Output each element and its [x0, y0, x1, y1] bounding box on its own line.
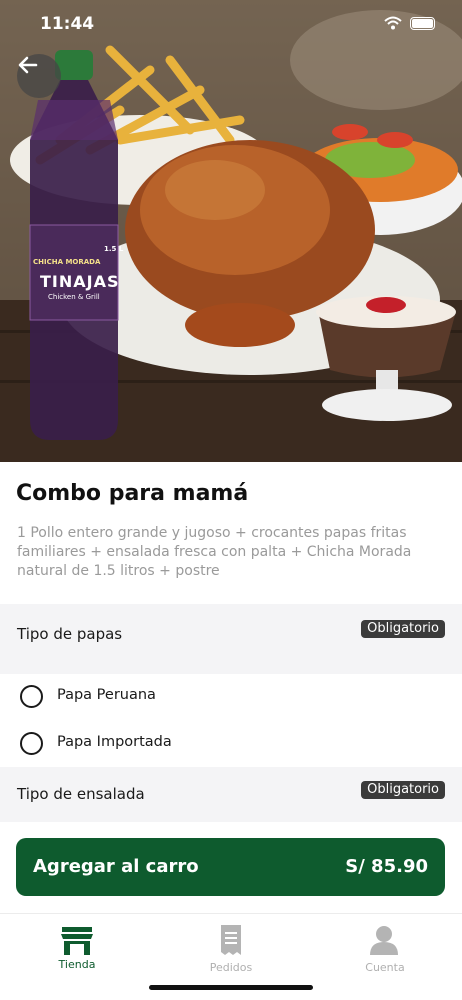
tab-label: Cuenta — [365, 961, 405, 974]
section-label: Tipo de ensalada — [17, 785, 145, 803]
section-label: Tipo de papas — [17, 625, 123, 643]
section-tipo-ensalada: Tipo de ensalada Obligatorio — [0, 767, 462, 822]
option-papa-importada[interactable]: Papa Importada — [0, 721, 462, 767]
option-label: Papa Importada — [57, 734, 172, 750]
bottle-brand-text: TINAJAS — [40, 272, 120, 291]
option-label: Papa Peruana — [57, 687, 156, 703]
add-to-cart-label: Agregar al carro — [33, 856, 199, 877]
tab-label: Pedidos — [209, 961, 253, 974]
food-photo — [0, 0, 462, 462]
back-button[interactable] — [17, 54, 61, 98]
status-time: 11:44 — [40, 14, 95, 34]
battery-icon — [410, 17, 435, 30]
user-icon — [370, 926, 398, 955]
required-badge: Obligatorio — [361, 620, 445, 638]
tab-pedidos[interactable]: Pedidos — [154, 914, 308, 984]
arrow-left-icon — [18, 56, 38, 74]
tab-cuenta[interactable]: Cuenta — [308, 914, 462, 984]
radio-button[interactable] — [20, 685, 43, 708]
bottle-tag-text: CHICHA MORADA — [33, 258, 101, 266]
tab-label: Tienda — [58, 958, 96, 971]
status-bar: 11:44 — [0, 0, 462, 48]
add-to-cart-button[interactable]: Agregar al carro S/ 85.90 — [16, 838, 445, 896]
section-tipo-papas: Tipo de papas Obligatorio — [0, 604, 462, 674]
tab-tienda[interactable]: Tienda — [0, 914, 154, 984]
store-icon — [61, 927, 93, 955]
required-badge: Obligatorio — [361, 781, 445, 799]
bottle-size-text: 1.5 L — [104, 245, 124, 253]
total-price: S/ 85.90 — [345, 856, 428, 877]
receipt-icon — [221, 925, 241, 955]
product-title: Combo para mamá — [16, 481, 249, 506]
wifi-icon — [384, 16, 402, 30]
bottle-sub-text: Chicken & Grill — [48, 293, 100, 301]
home-indicator — [149, 985, 313, 990]
product-hero-image: CHICHA MORADA TINAJAS Chicken & Grill 1.… — [0, 0, 462, 462]
option-papa-peruana[interactable]: Papa Peruana — [0, 674, 462, 720]
radio-button[interactable] — [20, 732, 43, 755]
product-description: 1 Pollo entero grande y jugoso + crocant… — [17, 525, 412, 579]
